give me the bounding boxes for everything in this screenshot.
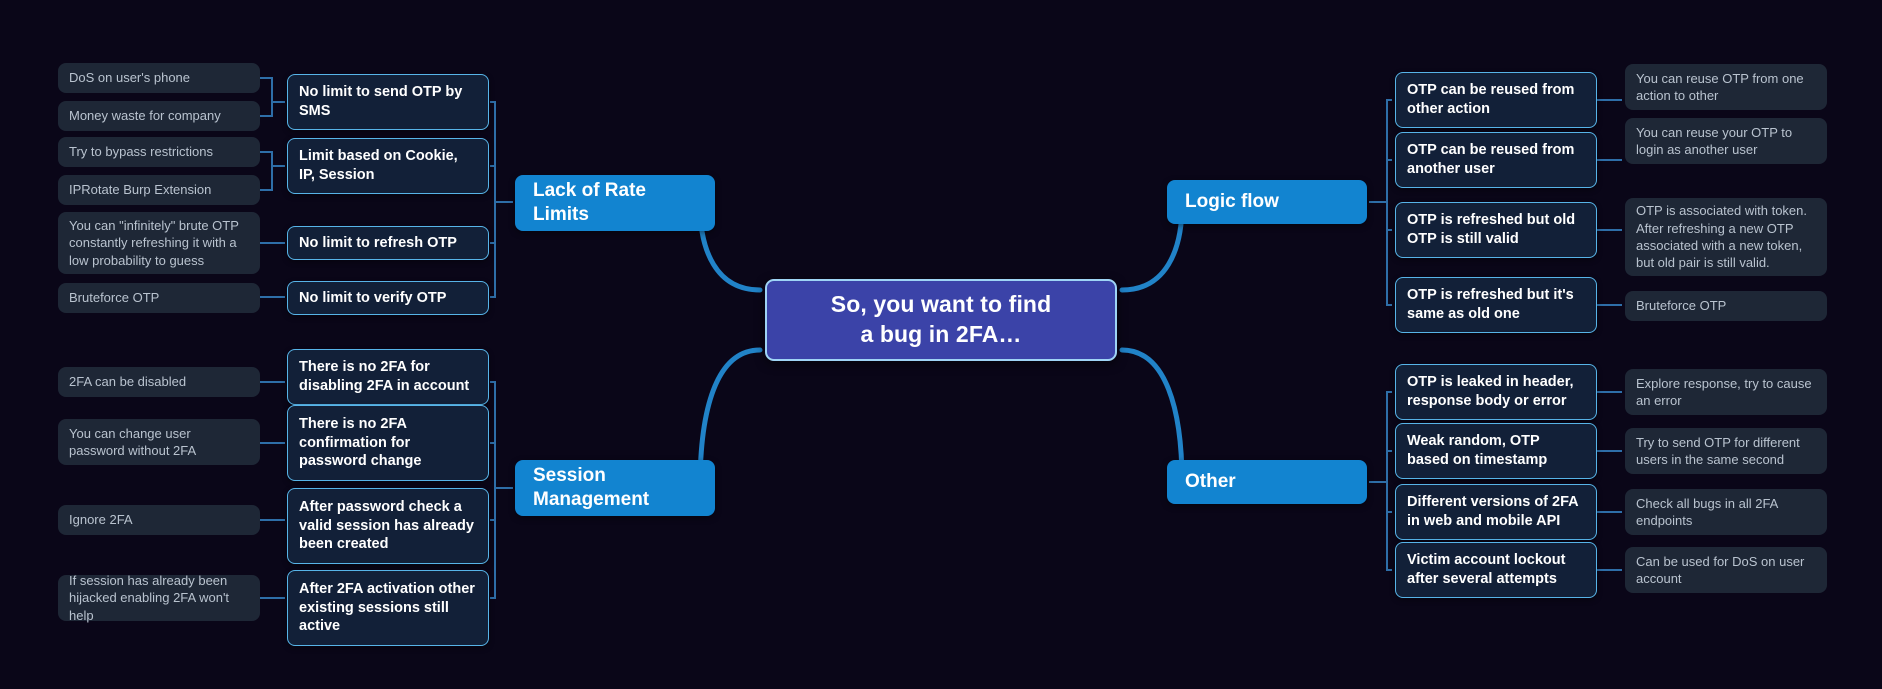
link-note-rl-2a xyxy=(260,151,285,167)
link-ot-3 xyxy=(1369,481,1392,513)
note-ignore-2fa[interactable]: Ignore 2FA xyxy=(58,505,260,535)
note-otp-associated-with-token[interactable]: OTP is associated with token. After refr… xyxy=(1625,198,1827,276)
topic-label: OTP is leaked in header, response body o… xyxy=(1407,374,1574,409)
link-note-rl-1b xyxy=(260,101,285,117)
note-text: Try to bypass restrictions xyxy=(69,144,214,160)
branch-label: Lack of Rate Limits xyxy=(533,180,646,225)
note-text: You can "infinitely" brute OTP constantl… xyxy=(69,218,239,268)
note-text: Ignore 2FA xyxy=(69,512,133,528)
note-bruteforce-otp-right[interactable]: Bruteforce OTP xyxy=(1625,291,1827,321)
root-node[interactable]: So, you want to find a bug in 2FA… xyxy=(765,279,1117,361)
topic-label: After 2FA activation other existing sess… xyxy=(299,581,475,635)
note-change-password-without-2fa[interactable]: You can change user password without 2FA xyxy=(58,419,260,465)
note-text: If session has already been hijacked ena… xyxy=(69,573,230,623)
topic-no-2fa-confirmation-password-change[interactable]: There is no 2FA confirmation for passwor… xyxy=(287,405,489,481)
topic-label: No limit to verify OTP xyxy=(299,289,447,306)
note-text: Check all bugs in all 2FA endpoints xyxy=(1636,495,1778,528)
topic-label: OTP is refreshed but old OTP is still va… xyxy=(1407,212,1576,247)
topic-label: OTP is refreshed but it's same as old on… xyxy=(1407,287,1574,322)
branch-label: Session Management xyxy=(533,465,650,510)
link-lf-1 xyxy=(1369,99,1392,203)
topic-label: No limit to send OTP by SMS xyxy=(299,84,463,119)
topic-weak-random-otp-timestamp[interactable]: Weak random, OTP based on timestamp xyxy=(1395,423,1597,479)
topic-label: Limit based on Cookie, IP, Session xyxy=(299,148,458,183)
note-text: 2FA can be disabled xyxy=(69,374,187,390)
topic-no-limit-send-otp-sms[interactable]: No limit to send OTP by SMS xyxy=(287,74,489,130)
note-iprotate-burp-extension[interactable]: IPRotate Burp Extension xyxy=(58,175,260,205)
note-dos-on-users-phone[interactable]: DoS on user's phone xyxy=(58,63,260,93)
topic-victim-account-lockout[interactable]: Victim account lockout after several att… xyxy=(1395,542,1597,598)
note-text: Bruteforce OTP xyxy=(1636,298,1727,314)
link-rl-2 xyxy=(490,165,513,203)
note-money-waste-for-company[interactable]: Money waste for company xyxy=(58,101,260,131)
topic-label: After password check a valid session has… xyxy=(299,499,474,553)
topic-existing-sessions-still-active[interactable]: After 2FA activation other existing sess… xyxy=(287,570,489,646)
topic-no-limit-verify-otp[interactable]: No limit to verify OTP xyxy=(287,281,489,315)
link-ot-4 xyxy=(1369,481,1392,571)
topic-label: Weak random, OTP based on timestamp xyxy=(1407,433,1548,468)
note-explore-response-cause-error[interactable]: Explore response, try to cause an error xyxy=(1625,369,1827,415)
topic-different-versions-of-2fa[interactable]: Different versions of 2FA in web and mob… xyxy=(1395,484,1597,540)
note-text: IPRotate Burp Extension xyxy=(69,182,212,198)
topic-otp-leaked-in-header[interactable]: OTP is leaked in header, response body o… xyxy=(1395,364,1597,420)
link-lf-4 xyxy=(1369,201,1392,306)
note-text: You can change user password without 2FA xyxy=(69,425,197,458)
link-sm-2 xyxy=(490,442,513,489)
note-text: Explore response, try to cause an error xyxy=(1636,375,1812,408)
note-text: OTP is associated with token. After refr… xyxy=(1636,203,1808,271)
topic-no-2fa-for-disabling-2fa[interactable]: There is no 2FA for disabling 2FA in acc… xyxy=(287,349,489,405)
note-dos-on-user-account[interactable]: Can be used for DoS on user account xyxy=(1625,547,1827,593)
link-ot-1 xyxy=(1369,391,1392,483)
link-sm-4 xyxy=(490,487,513,599)
topic-label: No limit to refresh OTP xyxy=(299,234,457,251)
topic-otp-refreshed-old-still-valid[interactable]: OTP is refreshed but old OTP is still va… xyxy=(1395,202,1597,258)
topic-label: There is no 2FA for disabling 2FA in acc… xyxy=(299,359,470,394)
link-rl-4 xyxy=(490,201,513,298)
link-sm-1 xyxy=(490,381,513,489)
note-2fa-can-be-disabled[interactable]: 2FA can be disabled xyxy=(58,367,260,397)
branch-lack-of-rate-limits[interactable]: Lack of Rate Limits xyxy=(515,175,715,231)
branch-session-management[interactable]: Session Management xyxy=(515,460,715,516)
link-rl-1 xyxy=(490,101,513,203)
note-send-otp-same-second[interactable]: Try to send OTP for different users in t… xyxy=(1625,428,1827,474)
branch-label: Other xyxy=(1185,471,1236,493)
note-reuse-otp-login-another-user[interactable]: You can reuse your OTP to login as anoth… xyxy=(1625,118,1827,164)
topic-label: OTP can be reused from other action xyxy=(1407,82,1575,117)
topic-otp-reused-another-user[interactable]: OTP can be reused from another user xyxy=(1395,132,1597,188)
branch-other[interactable]: Other xyxy=(1167,460,1367,504)
topic-valid-session-after-password-check[interactable]: After password check a valid session has… xyxy=(287,488,489,564)
topic-label: OTP can be reused from another user xyxy=(1407,142,1575,177)
topic-label: Victim account lockout after several att… xyxy=(1407,552,1566,587)
note-infinitely-brute-otp[interactable]: You can "infinitely" brute OTP constantl… xyxy=(58,212,260,274)
note-text: Bruteforce OTP xyxy=(69,290,160,306)
root-node-label: So, you want to find a bug in 2FA… xyxy=(830,291,1052,347)
link-note-rl-1a xyxy=(260,77,285,103)
note-check-all-2fa-endpoints[interactable]: Check all bugs in all 2FA endpoints xyxy=(1625,489,1827,535)
note-bruteforce-otp-left[interactable]: Bruteforce OTP xyxy=(58,283,260,313)
note-text: Can be used for DoS on user account xyxy=(1636,553,1805,586)
note-reuse-otp-one-action-to-other[interactable]: You can reuse OTP from one action to oth… xyxy=(1625,64,1827,110)
note-try-to-bypass-restrictions[interactable]: Try to bypass restrictions xyxy=(58,137,260,167)
topic-otp-reused-other-action[interactable]: OTP can be reused from other action xyxy=(1395,72,1597,128)
link-ot-2 xyxy=(1369,450,1392,483)
branch-label: Logic flow xyxy=(1185,191,1279,213)
link-lf-2 xyxy=(1369,159,1392,203)
topic-no-limit-refresh-otp[interactable]: No limit to refresh OTP xyxy=(287,226,489,260)
link-lf-3 xyxy=(1369,201,1392,231)
topic-limit-based-on-cookie-ip-session[interactable]: Limit based on Cookie, IP, Session xyxy=(287,138,489,194)
note-text: Try to send OTP for different users in t… xyxy=(1636,434,1800,467)
link-sm-3 xyxy=(490,487,513,521)
branch-logic-flow[interactable]: Logic flow xyxy=(1167,180,1367,224)
note-text: DoS on user's phone xyxy=(69,70,191,86)
note-text: You can reuse your OTP to login as anoth… xyxy=(1636,124,1793,157)
link-note-rl-2b xyxy=(260,165,285,191)
note-session-hijacked-2fa-wont-help[interactable]: If session has already been hijacked ena… xyxy=(58,573,260,623)
mindmap-canvas: So, you want to find a bug in 2FA… Lack … xyxy=(0,0,1882,689)
link-rl-3 xyxy=(490,201,513,244)
topic-label: Different versions of 2FA in web and mob… xyxy=(1407,494,1579,529)
note-text: Money waste for company xyxy=(69,108,221,124)
topic-label: There is no 2FA confirmation for passwor… xyxy=(299,416,422,470)
topic-otp-refreshed-same-as-old[interactable]: OTP is refreshed but it's same as old on… xyxy=(1395,277,1597,333)
note-text: You can reuse OTP from one action to oth… xyxy=(1636,70,1804,103)
